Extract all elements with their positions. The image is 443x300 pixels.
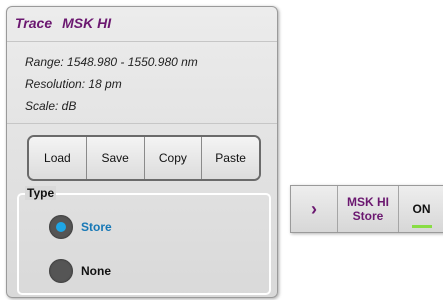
type-option-store[interactable]: Store — [49, 215, 112, 239]
info-divider — [7, 123, 277, 124]
radio-selected-icon[interactable] — [49, 215, 73, 239]
save-button[interactable]: Save — [86, 137, 145, 179]
type-option-none[interactable]: None — [49, 259, 111, 283]
trace-name-button[interactable]: MSK HI Store — [338, 186, 399, 232]
trace-status-bar: › MSK HI Store ON — [290, 185, 443, 233]
paste-button[interactable]: Paste — [202, 137, 259, 179]
resolution-text: Resolution: 18 pm — [25, 77, 122, 91]
radio-unselected-icon[interactable] — [49, 259, 73, 283]
type-legend: Type — [25, 186, 57, 200]
trace-bar-type: Store — [352, 209, 384, 223]
panel-title: Trace MSK HI — [15, 15, 111, 31]
on-indicator — [412, 225, 432, 228]
trace-on-label: ON — [412, 202, 431, 216]
type-option-store-label: Store — [81, 220, 112, 234]
type-option-none-label: None — [81, 264, 111, 278]
panel-title-prefix: Trace — [15, 15, 53, 31]
trace-bar-name: MSK HI — [347, 195, 389, 209]
title-divider — [7, 41, 277, 42]
scale-text: Scale: dB — [25, 99, 77, 113]
copy-button[interactable]: Copy — [144, 137, 203, 179]
trace-panel: Trace MSK HI Range: 1548.980 - 1550.980 n… — [6, 6, 278, 298]
expand-trace-button[interactable]: › — [291, 186, 338, 232]
trace-on-toggle[interactable]: ON — [399, 186, 443, 232]
file-button-group: Load Save Copy Paste — [27, 135, 261, 181]
type-group: Type Store None — [17, 186, 271, 295]
panel-trace-name: MSK HI — [62, 15, 112, 31]
range-text: Range: 1548.980 - 1550.980 nm — [25, 55, 198, 69]
chevron-right-icon: › — [311, 198, 317, 219]
load-button[interactable]: Load — [29, 137, 87, 179]
